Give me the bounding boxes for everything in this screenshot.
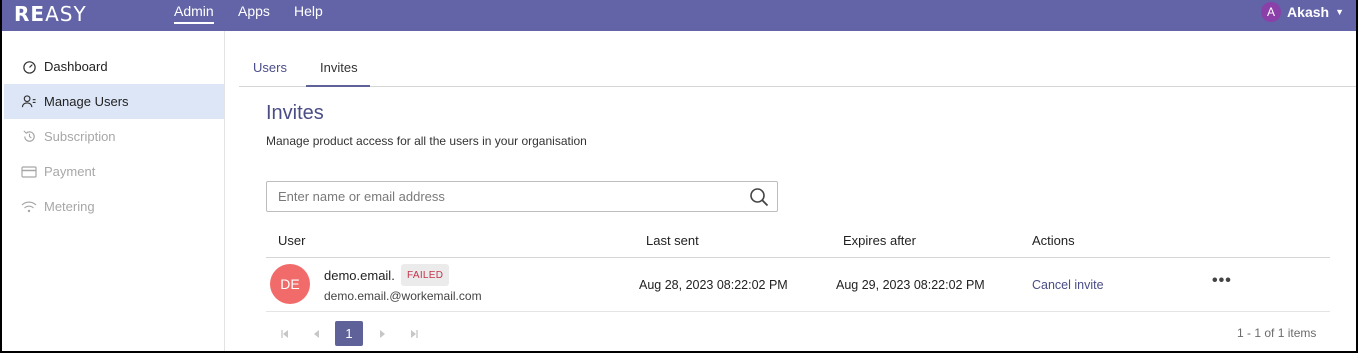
prev-page-icon[interactable] [308, 321, 326, 346]
sidebar-item-label: Subscription [44, 129, 116, 144]
search-input[interactable] [278, 182, 738, 210]
search-icon[interactable] [749, 187, 769, 207]
sidebar-item-manage-users[interactable]: Manage Users [4, 84, 224, 119]
gauge-icon [20, 58, 38, 76]
sidebar-item-dashboard[interactable]: Dashboard [4, 49, 224, 84]
first-page-icon[interactable] [276, 321, 294, 346]
user-menu[interactable]: A Akash ▼ [1261, 2, 1344, 22]
expires-after-value: Aug 29, 2023 08:22:02 PM [836, 278, 985, 292]
column-header-actions: Actions [1032, 233, 1075, 248]
sidebar-item-metering[interactable]: Metering [4, 189, 224, 224]
nav-admin[interactable]: Admin [174, 3, 214, 24]
nav-help[interactable]: Help [294, 3, 323, 19]
top-bar: REASY Admin Apps Help A Akash ▼ [2, 0, 1356, 31]
divider [266, 257, 1330, 258]
page-subtitle: Manage product access for all the users … [266, 134, 587, 148]
column-header-user[interactable]: User [278, 233, 305, 248]
card-icon [20, 163, 38, 181]
logo-main: RE [14, 2, 46, 26]
tab-invites[interactable]: Invites [320, 60, 358, 75]
avatar: A [1261, 2, 1282, 22]
column-header-last-sent[interactable]: Last sent [646, 233, 699, 248]
chevron-down-icon: ▼ [1335, 7, 1344, 17]
wifi-icon [20, 198, 38, 216]
page-button-current[interactable]: 1 [335, 321, 363, 346]
app-frame: REASY Admin Apps Help A Akash ▼ Dashboar… [0, 0, 1358, 353]
logo-rest: ASY [45, 2, 87, 26]
avatar: DE [270, 264, 310, 304]
last-sent-value: Aug 28, 2023 08:22:02 PM [639, 278, 788, 292]
next-page-icon[interactable] [373, 321, 391, 346]
invite-name: demo.email. [324, 268, 395, 283]
column-header-expires-after[interactable]: Expires after [843, 233, 916, 248]
page-title: Invites [266, 102, 324, 124]
search-box [266, 181, 778, 212]
sidebar: Dashboard Manage Users Subscription Paym… [4, 31, 225, 351]
invite-email: demo.email.@workemail.com [324, 289, 482, 303]
sidebar-item-label: Payment [44, 164, 96, 179]
sidebar-item-subscription[interactable]: Subscription [4, 119, 224, 154]
sidebar-item-label: Dashboard [44, 59, 108, 74]
history-icon [20, 128, 38, 146]
tab-bar: Users Invites [239, 48, 1356, 87]
sidebar-item-payment[interactable]: Payment [4, 154, 224, 189]
status-badge: FAILED [401, 264, 450, 286]
app-logo[interactable]: REASY [14, 2, 87, 26]
user-name: Akash [1287, 4, 1330, 20]
last-page-icon[interactable] [405, 321, 423, 346]
tab-users[interactable]: Users [253, 60, 287, 75]
more-options-icon[interactable]: ••• [1212, 272, 1232, 290]
users-icon [20, 93, 38, 111]
divider [266, 311, 1330, 312]
pagination-info: 1 - 1 of 1 items [1237, 326, 1317, 340]
tab-indicator [306, 85, 370, 87]
nav-apps[interactable]: Apps [238, 3, 270, 19]
sidebar-item-label: Metering [44, 199, 95, 214]
sidebar-item-label: Manage Users [44, 94, 129, 109]
cancel-invite-link[interactable]: Cancel invite [1032, 278, 1104, 292]
